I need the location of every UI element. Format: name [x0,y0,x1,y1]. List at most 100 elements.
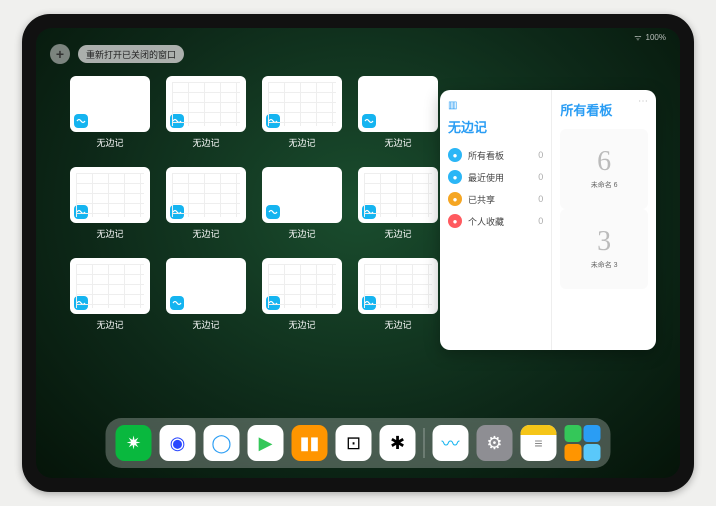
panel-header: ▥ [448,100,543,111]
app-switcher-grid: 无边记无边记无边记无边记无边记无边记无边记无边记无边记无边记无边记无边记 [70,76,438,331]
thumbnail-label: 无边记 [96,318,123,331]
screen: ᯤ 100% + 重新打开已关闭的窗口 无边记无边记无边记无边记无边记无边记无边… [36,28,680,478]
panel-right-title: 所有看板 [560,100,648,119]
window-thumbnail[interactable]: 无边记 [358,76,438,149]
freeform-app-icon [266,205,280,219]
dock-app-quark[interactable]: ◉ [160,425,196,461]
dock: ✷◉◯▶▮▮⊡✱ 〰⚙≡ [106,418,611,468]
menu-item-label: 最近使用 [468,171,504,184]
thumbnail-label: 无边记 [288,136,315,149]
freeform-app-icon [170,296,184,310]
freeform-app-icon [266,296,280,310]
menu-item-count: 0 [538,172,543,182]
thumbnail-label: 无边记 [96,227,123,240]
freeform-app-icon [266,114,280,128]
board-name: 未命名 6 [591,180,618,190]
thumbnail-preview [166,167,246,223]
menu-item-count: 0 [538,194,543,204]
menu-item-icon: ● [448,148,462,162]
dock-app-settings[interactable]: ⚙ [477,425,513,461]
dock-separator [424,428,425,458]
menu-item-icon: ● [448,214,462,228]
freeform-app-icon [74,205,88,219]
freeform-app-icon [362,296,376,310]
more-icon[interactable]: ⋯ [638,96,648,107]
thumbnail-preview [166,76,246,132]
window-thumbnail[interactable]: 无边记 [358,258,438,331]
thumbnail-label: 无边记 [384,227,411,240]
window-thumbnail[interactable]: 无边记 [358,167,438,240]
dock-app-wechat[interactable]: ✷ [116,425,152,461]
thumbnail-label: 无边记 [96,136,123,149]
freeform-app-icon [170,205,184,219]
reopen-closed-window-button[interactable]: 重新打开已关闭的窗口 [78,45,184,63]
thumbnail-label: 无边记 [288,318,315,331]
freeform-app-icon [362,205,376,219]
window-thumbnail[interactable]: 无边记 [262,76,342,149]
window-thumbnail[interactable]: 无边记 [262,258,342,331]
thumbnail-preview [358,76,438,132]
thumbnail-preview [262,167,342,223]
new-window-button[interactable]: + [50,44,70,64]
window-thumbnail[interactable]: 无边记 [70,167,150,240]
panel-boards: 所有看板 6 未命名 6 3 未命名 3 [552,90,656,350]
dock-app-connect[interactable]: ✱ [380,425,416,461]
menu-item-label: 已共享 [468,193,495,206]
thumbnail-preview [358,167,438,223]
menu-item[interactable]: ● 个人收藏 0 [448,210,543,232]
dock-apps: ✷◉◯▶▮▮⊡✱ [116,425,416,461]
board-card[interactable]: 6 未命名 6 [560,129,648,209]
menu-item-count: 0 [538,216,543,226]
menu-item[interactable]: ● 已共享 0 [448,188,543,210]
menu-item[interactable]: ● 最近使用 0 [448,166,543,188]
freeform-app-icon [362,114,376,128]
thumbnail-label: 无边记 [192,227,219,240]
menu-list: ● 所有看板 0 ● 最近使用 0 ● 已共享 0 ● 个人收藏 0 [448,144,543,232]
dock-app-freeform[interactable]: 〰 [433,425,469,461]
window-thumbnail[interactable]: 无边记 [70,76,150,149]
app-library-icon[interactable] [565,425,601,461]
thumbnail-preview [70,167,150,223]
thumbnail-preview [70,258,150,314]
menu-item[interactable]: ● 所有看板 0 [448,144,543,166]
window-thumbnail[interactable]: 无边记 [262,167,342,240]
menu-item-label: 所有看板 [468,149,504,162]
status-bar: ᯤ 100% [634,32,666,43]
window-thumbnail[interactable]: 无边记 [166,258,246,331]
dock-app-books[interactable]: ▮▮ [292,425,328,461]
thumbnail-preview [262,76,342,132]
dock-app-play[interactable]: ▶ [248,425,284,461]
reopen-label: 重新打开已关闭的窗口 [86,48,176,61]
menu-item-label: 个人收藏 [468,215,504,228]
menu-item-icon: ● [448,170,462,184]
dock-app-notes[interactable]: ≡ [521,425,557,461]
dock-app-dice[interactable]: ⊡ [336,425,372,461]
freeform-app-icon [170,114,184,128]
thumbnail-label: 无边记 [288,227,315,240]
boards-list: 6 未命名 6 3 未命名 3 [560,129,648,289]
freeform-app-icon [74,114,88,128]
freeform-panel[interactable]: ⋯ ▥ 无边记 ● 所有看板 0 ● 最近使用 0 ● 已共享 0 ● 个人收藏 0 所有看板 6 未命… [440,90,656,350]
ipad-frame: ᯤ 100% + 重新打开已关闭的窗口 无边记无边记无边记无边记无边记无边记无边… [22,14,694,492]
board-name: 未命名 3 [591,260,618,270]
panel-left-title: 无边记 [448,117,543,136]
thumbnail-label: 无边记 [192,136,219,149]
battery-label: 100% [646,33,666,42]
plus-icon: + [56,46,64,62]
thumbnail-label: 无边记 [384,318,411,331]
window-thumbnail[interactable]: 无边记 [166,167,246,240]
window-thumbnail[interactable]: 无边记 [166,76,246,149]
thumbnail-preview [70,76,150,132]
sidebar-icon[interactable]: ▥ [448,100,457,111]
window-thumbnail[interactable]: 无边记 [70,258,150,331]
thumbnail-label: 无边记 [192,318,219,331]
dock-app-qqbrowser[interactable]: ◯ [204,425,240,461]
board-preview: 3 [597,228,611,256]
board-card[interactable]: 3 未命名 3 [560,209,648,289]
thumbnail-preview [166,258,246,314]
freeform-app-icon [74,296,88,310]
thumbnail-preview [262,258,342,314]
menu-item-icon: ● [448,192,462,206]
board-preview: 6 [597,148,611,176]
menu-item-count: 0 [538,150,543,160]
